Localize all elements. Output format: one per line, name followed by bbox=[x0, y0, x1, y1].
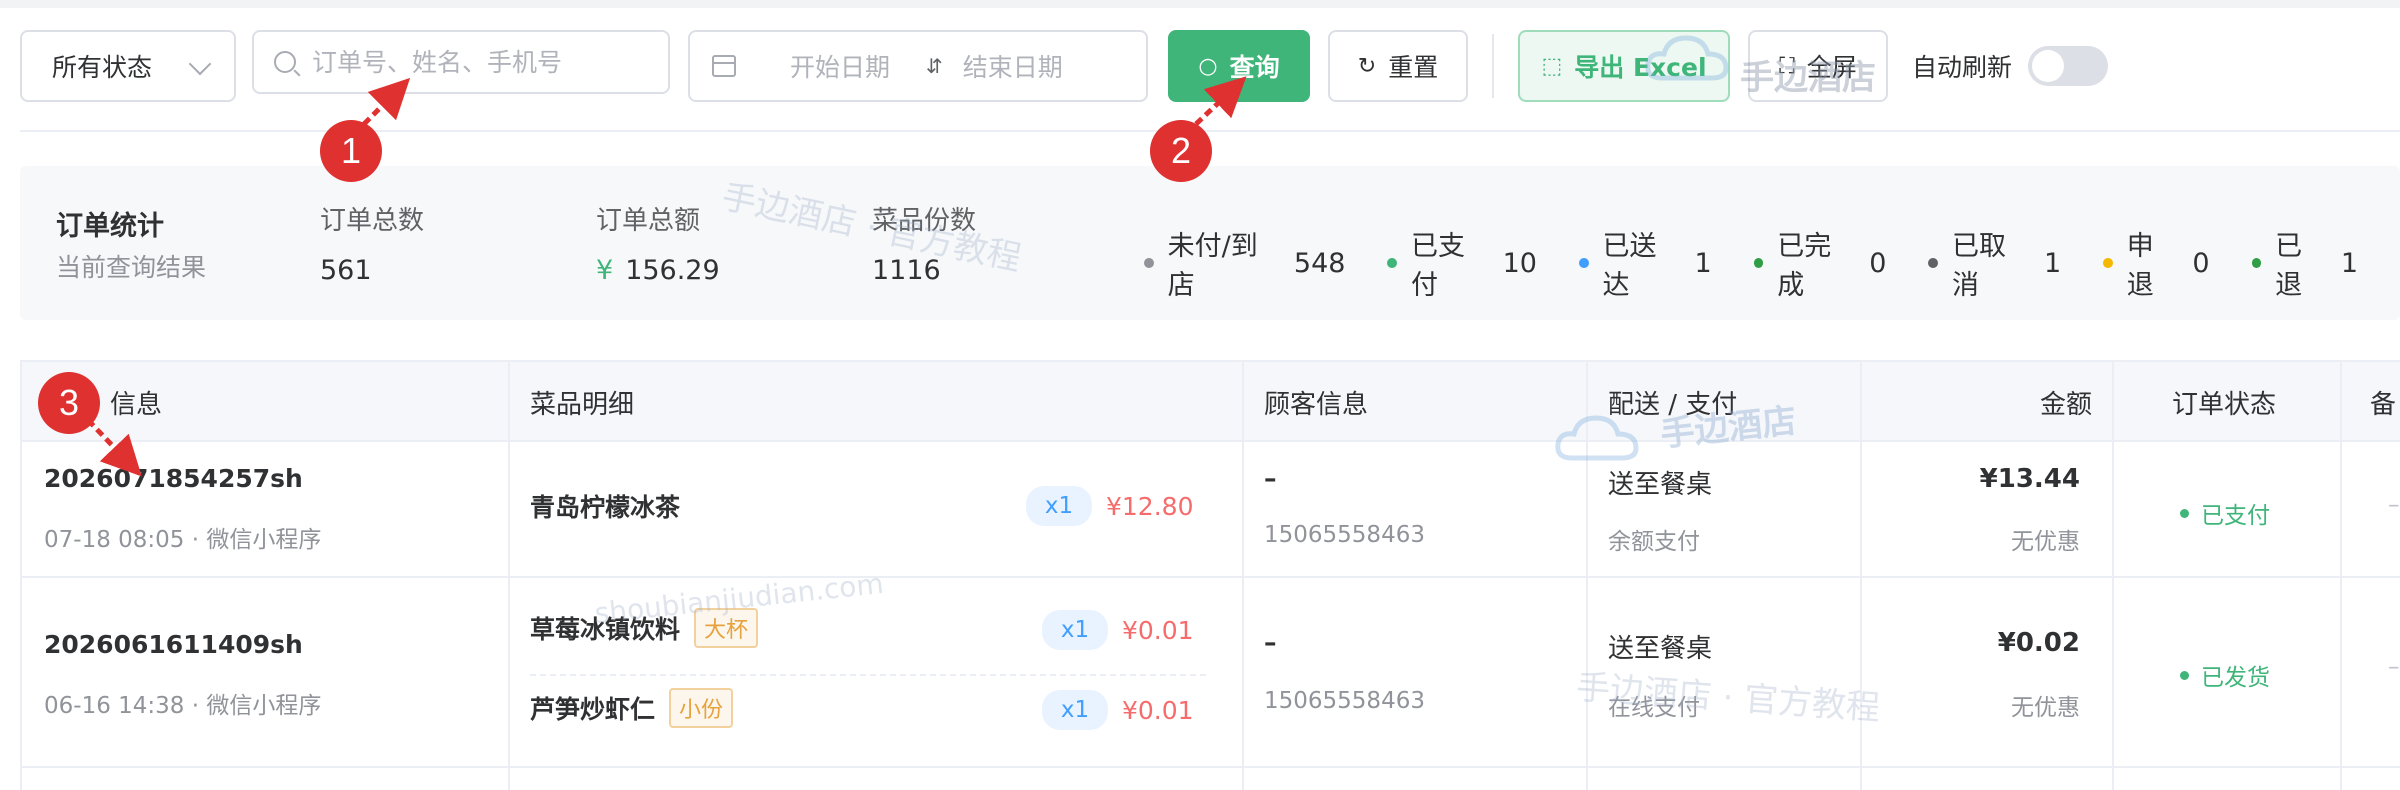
annotation-badge: 2 bbox=[1150, 120, 1212, 182]
annotation-arrows bbox=[86, 76, 1247, 477]
annotation-badge: 3 bbox=[38, 372, 100, 434]
annotation-badge: 1 bbox=[320, 120, 382, 182]
